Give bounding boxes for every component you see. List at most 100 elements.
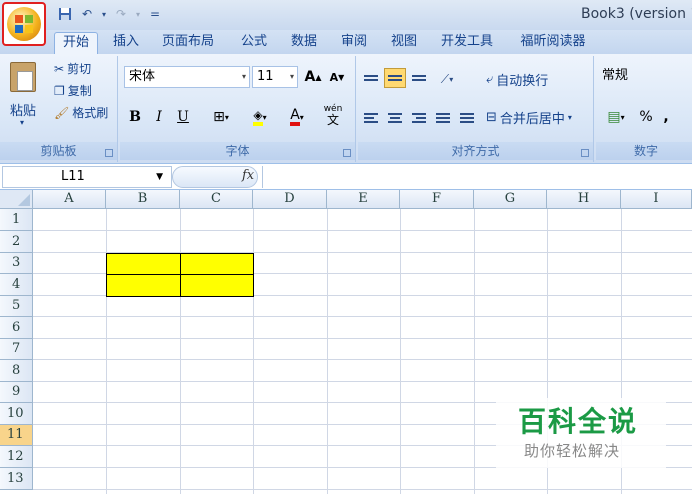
font-group-label: 字体 (120, 142, 355, 160)
align-center-icon[interactable] (384, 108, 406, 128)
increase-indent-icon[interactable] (456, 108, 478, 128)
row-header[interactable]: 8 (0, 360, 33, 382)
font-color-button[interactable]: A ▾ (280, 106, 314, 128)
tab-page-layout[interactable]: 页面布局 (150, 32, 226, 54)
chevron-down-icon: ▾ (620, 112, 625, 122)
row-header[interactable]: 13 (0, 468, 33, 490)
cell-c4[interactable] (180, 274, 254, 297)
cell-b4[interactable] (106, 274, 181, 297)
font-name-select[interactable]: 宋体 ▾ (124, 66, 250, 88)
number-format-select[interactable]: 常规 (598, 66, 692, 88)
align-right-icon[interactable] (408, 108, 430, 128)
office-button[interactable] (2, 2, 46, 46)
format-painter-button[interactable]: 🖌 格式刷 (54, 104, 108, 121)
decrease-indent-icon[interactable] (432, 108, 454, 128)
grid-line (33, 489, 692, 490)
name-box[interactable]: L11 ▼ (2, 166, 172, 188)
select-all-button[interactable] (0, 190, 33, 209)
scissors-icon: ✂ (54, 61, 65, 76)
cell-b3[interactable] (106, 253, 181, 275)
paste-icon[interactable] (10, 62, 36, 92)
column-header[interactable]: F (400, 190, 474, 209)
row-header[interactable]: 12 (0, 446, 33, 468)
title-bar: ↶ ▾ ↷ ▾ = Book3 (version 1) (0, 0, 692, 30)
office-logo-icon (7, 7, 41, 41)
cell-c3[interactable] (180, 253, 254, 275)
paste-dropdown-icon[interactable]: ▾ (20, 118, 24, 127)
fill-bucket-icon: ◈ (253, 108, 263, 126)
row-header[interactable]: 5 (0, 296, 33, 317)
currency-icon: ▤ (607, 109, 621, 125)
percent-button[interactable]: % (636, 106, 656, 128)
paste-button[interactable]: 粘贴 (10, 100, 36, 119)
bold-button[interactable]: B (124, 106, 146, 128)
redo-dropdown-icon[interactable]: ▾ (134, 5, 142, 23)
insert-function-icon[interactable]: fx (242, 168, 254, 183)
redo-icon[interactable]: ↷ (112, 5, 130, 23)
column-header[interactable]: B (106, 190, 180, 209)
row-header[interactable]: 7 (0, 339, 33, 360)
grid-line (33, 316, 692, 317)
orientation-button[interactable]: ⟋ ▾ (432, 68, 462, 90)
save-icon[interactable] (56, 5, 74, 23)
wrap-text-icon: ⤶ (486, 72, 494, 87)
tab-formulas[interactable]: 公式 (232, 32, 276, 54)
column-header[interactable]: H (547, 190, 621, 209)
row-header[interactable]: 2 (0, 231, 33, 253)
font-dialog-launcher-icon[interactable] (343, 149, 351, 157)
row-header[interactable]: 10 (0, 403, 33, 425)
tab-insert[interactable]: 插入 (106, 32, 146, 54)
clipboard-dialog-launcher-icon[interactable] (105, 149, 113, 157)
clipboard-group: 粘贴 ▾ ✂ 剪切 ❐ 复制 🖌 格式刷 剪贴板 (0, 56, 118, 162)
merge-center-button[interactable]: ⊟ 合并后居中 ▾ (486, 108, 572, 127)
window-title: Book3 (version 1) (581, 6, 692, 22)
number-group: 常规 ▤ ▾ % , 数字 (596, 56, 692, 162)
column-header[interactable]: I (621, 190, 692, 209)
undo-dropdown-icon[interactable]: ▾ (100, 5, 108, 23)
comma-button[interactable]: , (658, 106, 674, 128)
column-header[interactable]: E (327, 190, 400, 209)
column-header[interactable]: D (253, 190, 327, 209)
copy-button[interactable]: ❐ 复制 (54, 82, 92, 99)
fill-color-button[interactable]: ◈ ▾ (242, 106, 278, 128)
underline-button[interactable]: U (172, 106, 194, 128)
wrap-text-button[interactable]: ⤶ 自动换行 (486, 70, 548, 89)
italic-button[interactable]: I (148, 106, 170, 128)
customize-qat-button[interactable]: = (146, 5, 164, 23)
tab-data[interactable]: 数据 (282, 32, 326, 54)
tab-developer[interactable]: 开发工具 (432, 32, 502, 54)
row-header[interactable]: 9 (0, 382, 33, 403)
align-bottom-icon[interactable] (408, 68, 430, 88)
grid-line (33, 381, 692, 382)
row-header[interactable]: 4 (0, 274, 33, 296)
accounting-format-button[interactable]: ▤ ▾ (598, 106, 634, 128)
formula-input[interactable] (262, 166, 692, 188)
shrink-font-button[interactable]: A ▼ (326, 66, 348, 88)
phonetic-icon: 文 (326, 113, 339, 127)
undo-icon[interactable]: ↶ (78, 5, 96, 23)
column-header[interactable]: G (474, 190, 547, 209)
align-left-icon[interactable] (360, 108, 382, 128)
align-middle-icon[interactable] (384, 68, 406, 88)
row-header[interactable]: 3 (0, 253, 33, 274)
font-size-select[interactable]: 11 ▾ (252, 66, 298, 88)
tab-foxit-reader[interactable]: 福昕阅读器 (508, 32, 598, 54)
row-header[interactable]: 1 (0, 209, 33, 231)
align-top-icon[interactable] (360, 68, 382, 88)
chevron-down-icon: ▾ (289, 72, 294, 81)
grid-line (33, 230, 692, 231)
chevron-down-icon: ▾ (299, 112, 304, 122)
column-header[interactable]: C (180, 190, 253, 209)
tab-review[interactable]: 审阅 (332, 32, 376, 54)
row-header[interactable]: 6 (0, 317, 33, 339)
chevron-down-icon: ▾ (449, 74, 454, 84)
column-header[interactable]: A (33, 190, 106, 209)
borders-button[interactable]: ⊞ ▾ (204, 106, 238, 128)
tab-home[interactable]: 开始 (54, 32, 98, 54)
grow-font-button[interactable]: A ▲ (302, 66, 324, 88)
tab-view[interactable]: 视图 (382, 32, 426, 54)
phonetic-guide-button[interactable]: wén 文 (316, 104, 350, 126)
row-header-active[interactable]: 11 (0, 425, 33, 446)
alignment-dialog-launcher-icon[interactable] (581, 149, 589, 157)
cut-button[interactable]: ✂ 剪切 (54, 60, 91, 77)
